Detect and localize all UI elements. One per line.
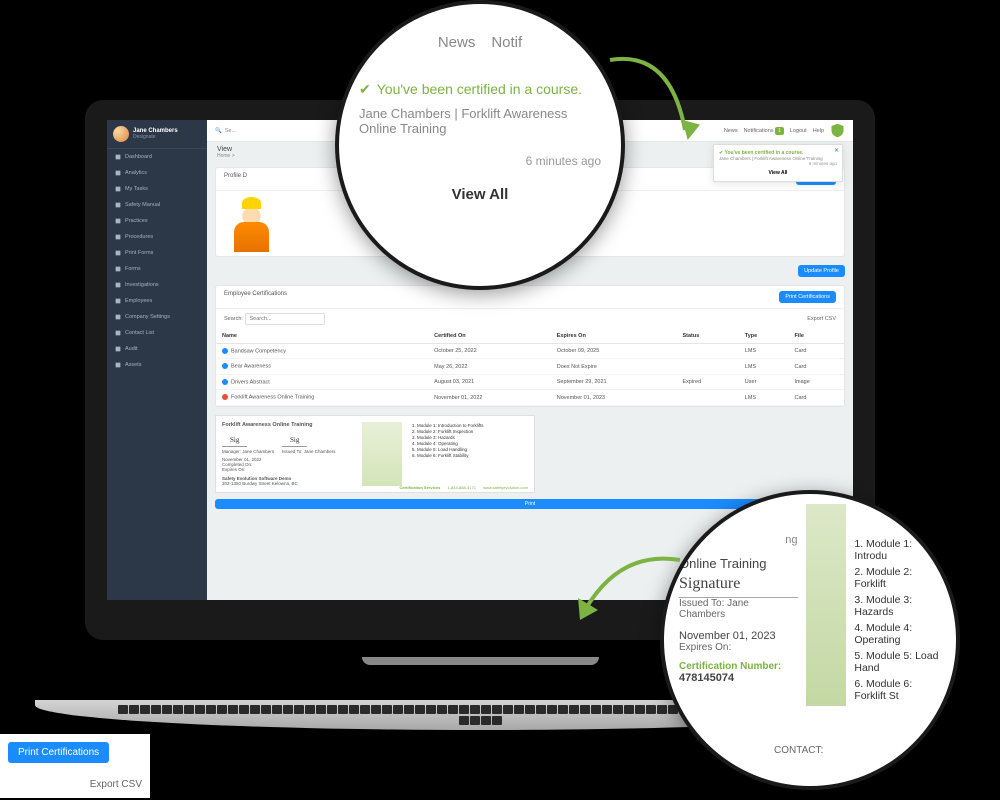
- notif-time: 6 minutes ago: [719, 161, 837, 166]
- notif-badge: 1: [775, 127, 784, 135]
- cert-expires: Expires On:: [222, 467, 352, 472]
- col-cert-on[interactable]: Certified On: [428, 329, 551, 344]
- update-profile-button[interactable]: Update Profile: [798, 265, 845, 277]
- mag-certnum: 478145074: [679, 672, 798, 684]
- certifications-panel: Employee Certifications Print Certificat…: [215, 285, 845, 407]
- col-exp-on[interactable]: Expires On: [551, 329, 677, 344]
- mag-notif-sub: Jane Chambers | Forklift Awareness Onlin…: [359, 106, 601, 136]
- sidebar-item[interactable]: My Tasks: [107, 181, 207, 197]
- sidebar-item[interactable]: Practices: [107, 213, 207, 229]
- sidebar-item[interactable]: Contact List: [107, 325, 207, 341]
- search-placeholder: Se...: [225, 128, 236, 134]
- col-file[interactable]: File: [788, 329, 844, 344]
- magnifier-certificate: ng Online Training Signature Issued To: …: [660, 490, 960, 790]
- topbar-logout[interactable]: Logout: [790, 128, 807, 134]
- user-block[interactable]: Jane Chambers Designate: [107, 120, 207, 149]
- profile-avatar: [224, 197, 279, 252]
- search-icon: 🔍: [215, 128, 222, 134]
- sidebar-item[interactable]: Assets: [107, 357, 207, 373]
- mag-viewall[interactable]: View All: [359, 186, 601, 203]
- cert-issued: Issued To: Jane Chambers: [282, 449, 335, 454]
- notification-popup: ✕ ✔ You've been certified in a course. J…: [713, 144, 843, 182]
- user-role: Designate: [133, 134, 178, 140]
- print-certifications-button[interactable]: Print Certifications: [779, 291, 836, 303]
- topbar-notifications[interactable]: Notifications 1: [744, 128, 784, 134]
- table-row[interactable]: Drivers AbstractAugust 03, 2021September…: [216, 374, 844, 389]
- avatar: [113, 126, 129, 142]
- mag-date: November 01, 2023: [679, 630, 798, 642]
- table-row[interactable]: Bandsaw CompetencyOctober 25, 2022Octobe…: [216, 344, 844, 359]
- col-name[interactable]: Name: [216, 329, 428, 344]
- cert-card-title: Forklift Awareness Online Training: [222, 422, 352, 428]
- cert-divider-graphic: [806, 504, 847, 706]
- mag-tab-news: News: [438, 34, 476, 51]
- mag-certnum-label: Certification Number:: [679, 661, 798, 672]
- sidebar-item[interactable]: Analytics: [107, 165, 207, 181]
- magnifier-notification: News Notif You've been certified in a cou…: [335, 0, 625, 290]
- cert-manager: Manager: Jane Chambers: [222, 449, 274, 454]
- close-icon[interactable]: ✕: [834, 147, 839, 154]
- mag-expires: Expires On:: [679, 642, 798, 653]
- floating-card: Print Certifications Export CSV: [0, 734, 150, 798]
- mag-tab-notif: Notif: [491, 34, 522, 51]
- mag-issued: Issued To: Jane Chambers: [679, 598, 798, 620]
- cert-site: www.safetyevolution.com: [483, 485, 528, 490]
- sidebar-item[interactable]: Audit: [107, 341, 207, 357]
- topbar-help[interactable]: Help: [813, 128, 824, 134]
- cert-addr: 302-1350 Burdwy Street Kelowna, BC: [222, 481, 352, 486]
- cert-panel-title: Employee Certifications: [224, 291, 287, 303]
- mag-modules: 1. Module 1: Introdu2. Module 2: Forklif…: [854, 504, 946, 706]
- float-export[interactable]: Export CSV: [8, 779, 142, 790]
- sidebar-item[interactable]: Company Settings: [107, 309, 207, 325]
- certificate-card: Forklift Awareness Online Training Sig Ma…: [215, 415, 535, 493]
- notif-viewall[interactable]: View All: [719, 170, 837, 176]
- profile-panel-title: Profile D: [224, 173, 247, 185]
- cert-modules: 1. Module 1: Introduction to Forklifts2.…: [412, 422, 484, 486]
- sidebar-item[interactable]: Safety Manual: [107, 197, 207, 213]
- mag-contact: CONTACT:: [774, 745, 823, 756]
- cert-table: Name Certified On Expires On Status Type…: [216, 329, 844, 406]
- col-status[interactable]: Status: [676, 329, 738, 344]
- search-box[interactable]: 🔍 Se...: [215, 128, 236, 134]
- cert-divider-graphic: [362, 422, 402, 486]
- mag-title-frag: Online Training: [679, 556, 798, 571]
- mag-notif-title: You've been certified in a course.: [359, 81, 601, 98]
- cert-phone: 1-844-888-4171: [447, 485, 475, 490]
- cert-svc: Certification Services: [399, 485, 440, 490]
- export-csv-link[interactable]: Export CSV: [807, 316, 836, 322]
- topbar-news[interactable]: News: [724, 128, 738, 134]
- col-type[interactable]: Type: [739, 329, 789, 344]
- sidebar-item[interactable]: Investigations: [107, 277, 207, 293]
- sidebar: Jane Chambers Designate DashboardAnalyti…: [107, 120, 207, 600]
- sidebar-item[interactable]: Forms: [107, 261, 207, 277]
- sidebar-item[interactable]: Procedures: [107, 229, 207, 245]
- cert-search-input[interactable]: [245, 313, 325, 325]
- sidebar-item[interactable]: Dashboard: [107, 149, 207, 165]
- table-row[interactable]: Forklift Awareness Online TrainingNovemb…: [216, 390, 844, 405]
- signature: Sig: [222, 434, 247, 447]
- signature: Signature: [679, 571, 798, 598]
- table-row[interactable]: Bear AwarenessMay 26, 2022Does Not Expir…: [216, 359, 844, 374]
- sidebar-item[interactable]: Print Forms: [107, 245, 207, 261]
- signature: Sig: [282, 434, 307, 447]
- float-print-button[interactable]: Print Certifications: [8, 742, 109, 763]
- logo-icon: [830, 123, 845, 138]
- search-label: Search:: [224, 316, 243, 322]
- sidebar-item[interactable]: Employees: [107, 293, 207, 309]
- mag-notif-time: 6 minutes ago: [359, 154, 601, 168]
